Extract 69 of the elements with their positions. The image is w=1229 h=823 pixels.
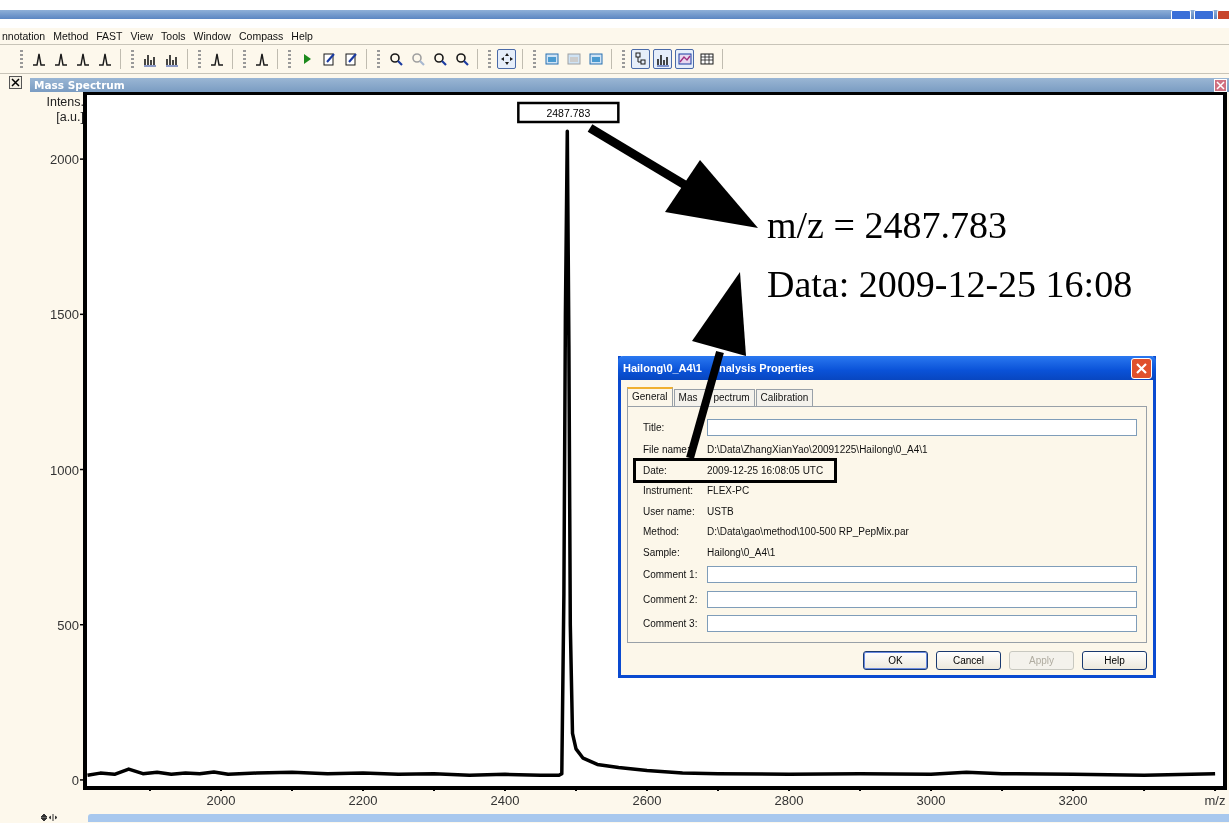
- field-label: Title:: [643, 421, 666, 433]
- tab[interactable]: General: [627, 387, 673, 406]
- field-value: USTB: [707, 505, 735, 517]
- y-axis-label: Intens. [a.u.]: [45, 95, 84, 125]
- callout-text: m/z = 2487.783: [767, 203, 1007, 247]
- y-tick: 1000: [50, 462, 86, 478]
- field-label: User name:: [643, 505, 696, 517]
- y-tick-label: 2000: [50, 152, 79, 168]
- scroll-arrows-icon[interactable]: [40, 813, 58, 822]
- text-field[interactable]: [707, 590, 1137, 608]
- y-tick-label: 1500: [50, 307, 79, 323]
- field-value: D:\Data\ZhangXianYao\20091225\Hailong\0_A4\1: [707, 444, 929, 456]
- y-tick-label: 0: [71, 772, 79, 788]
- x-tick-label: 2600: [632, 793, 662, 808]
- dialog-title: nalysis Properties: [719, 362, 814, 374]
- menu-item[interactable]: Compass: [238, 30, 284, 42]
- text-field[interactable]: [707, 418, 1137, 436]
- annotation: 2487.783: [546, 107, 591, 119]
- field-label: Comment 1:: [643, 569, 699, 581]
- x-tick-label: 3200: [1058, 793, 1088, 808]
- panel-title-text: Mass Spectrum: [34, 79, 125, 91]
- maximize-button[interactable]: [1194, 10, 1214, 19]
- minimize-button[interactable]: [1171, 10, 1191, 19]
- y-tick: 1500: [50, 307, 86, 323]
- field-label: Comment 2:: [643, 593, 699, 605]
- field-label: File name:: [643, 444, 691, 456]
- field-label: Sample:: [643, 546, 681, 558]
- menu-item[interactable]: Window: [193, 30, 231, 42]
- menu-item[interactable]: View: [130, 30, 154, 42]
- y-tick: 500: [57, 617, 86, 633]
- y-tick: 2000: [50, 152, 86, 168]
- menu-item[interactable]: Method: [53, 30, 89, 42]
- text-field[interactable]: [707, 566, 1137, 584]
- tab[interactable]: Calibration: [755, 389, 814, 406]
- field-value: FLEX-PC: [707, 485, 751, 497]
- x-tick-label: 2800: [774, 793, 804, 808]
- y-tick-label: 1000: [50, 462, 79, 478]
- text-field[interactable]: [707, 615, 1137, 633]
- field-value: 2009-12-25 16:08:05 UTC: [707, 464, 825, 476]
- chart-icon[interactable]: [675, 49, 694, 69]
- dialog-button[interactable]: Cancel: [936, 651, 1001, 670]
- x-tick-label: 2400: [490, 793, 520, 808]
- menu-item[interactable]: Help: [291, 30, 313, 42]
- y-tick: 0: [71, 772, 86, 788]
- move-icon[interactable]: [497, 49, 516, 69]
- peak-label: 2487.783: [517, 101, 620, 124]
- field-label: Method:: [643, 526, 681, 538]
- x-tick-label: 2200: [348, 793, 378, 808]
- field-label: Date:: [643, 464, 668, 476]
- x-tick-label: 3000: [916, 793, 946, 808]
- scrollbar[interactable]: [88, 813, 1229, 822]
- close-icon[interactable]: [8, 76, 22, 89]
- close-button[interactable]: [1217, 10, 1229, 19]
- x-axis-label: m/z: [1204, 793, 1226, 808]
- dialog-button[interactable]: Help: [1082, 651, 1147, 670]
- field-label: Comment 3:: [643, 618, 699, 630]
- menu-item[interactable]: Tools: [161, 30, 186, 42]
- tree-icon[interactable]: [631, 49, 650, 69]
- bars-icon[interactable]: [653, 49, 672, 69]
- menu-item[interactable]: FAST: [96, 30, 123, 42]
- menu-item[interactable]: nnotation: [2, 30, 46, 42]
- x-tick-label: 2000: [206, 793, 236, 808]
- dialog-button[interactable]: OK: [863, 651, 928, 670]
- callout-text: Data: 2009-12-25 16:08: [767, 262, 1133, 306]
- dialog-title: Hailong\0_A4\1: [623, 362, 703, 374]
- field-value: D:\Data\gao\method\100-500 RP_PepMix.par: [707, 526, 910, 538]
- y-tick-label: 500: [57, 617, 79, 633]
- field-label: Instrument:: [643, 485, 695, 497]
- field-value: Hailong\0_A4\1: [707, 546, 777, 558]
